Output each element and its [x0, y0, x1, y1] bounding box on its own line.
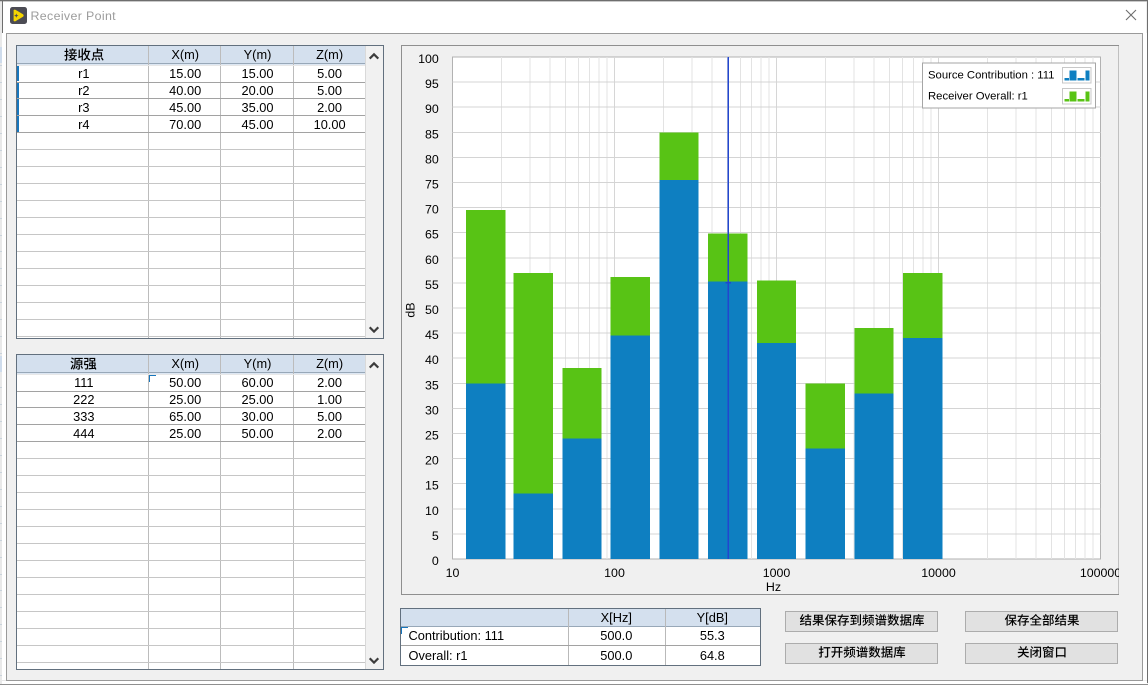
svg-text:10: 10 [445, 566, 459, 580]
svg-text:10: 10 [425, 504, 439, 518]
svg-text:15: 15 [425, 479, 439, 493]
svg-text:95: 95 [425, 77, 439, 91]
svg-text:40: 40 [425, 353, 439, 367]
svg-text:1000: 1000 [762, 566, 790, 580]
svg-text:5: 5 [431, 529, 438, 543]
svg-text:35: 35 [425, 378, 439, 392]
svg-text:Hz: Hz [765, 580, 780, 594]
svg-text:25: 25 [425, 429, 439, 443]
svg-text:dB: dB [403, 302, 417, 317]
svg-text:60: 60 [425, 253, 439, 267]
svg-text:100: 100 [604, 566, 625, 580]
svg-text:65: 65 [425, 228, 439, 242]
svg-text:10000: 10000 [921, 566, 956, 580]
svg-text:100000: 100000 [1079, 566, 1119, 580]
svg-text:80: 80 [425, 152, 439, 166]
svg-text:20: 20 [425, 454, 439, 468]
svg-text:90: 90 [425, 102, 439, 116]
svg-text:30: 30 [425, 403, 439, 417]
svg-text:50: 50 [425, 303, 439, 317]
svg-text:55: 55 [425, 278, 439, 292]
svg-text:Source Contribution : 111: Source Contribution : 111 [928, 70, 1054, 82]
svg-text:75: 75 [425, 178, 439, 192]
svg-text:45: 45 [425, 328, 439, 342]
svg-text:70: 70 [425, 203, 439, 217]
svg-text:Receiver Overall: r1: Receiver Overall: r1 [928, 91, 1028, 103]
svg-text:0: 0 [431, 554, 438, 568]
svg-text:100: 100 [418, 52, 439, 66]
svg-text:85: 85 [425, 127, 439, 141]
